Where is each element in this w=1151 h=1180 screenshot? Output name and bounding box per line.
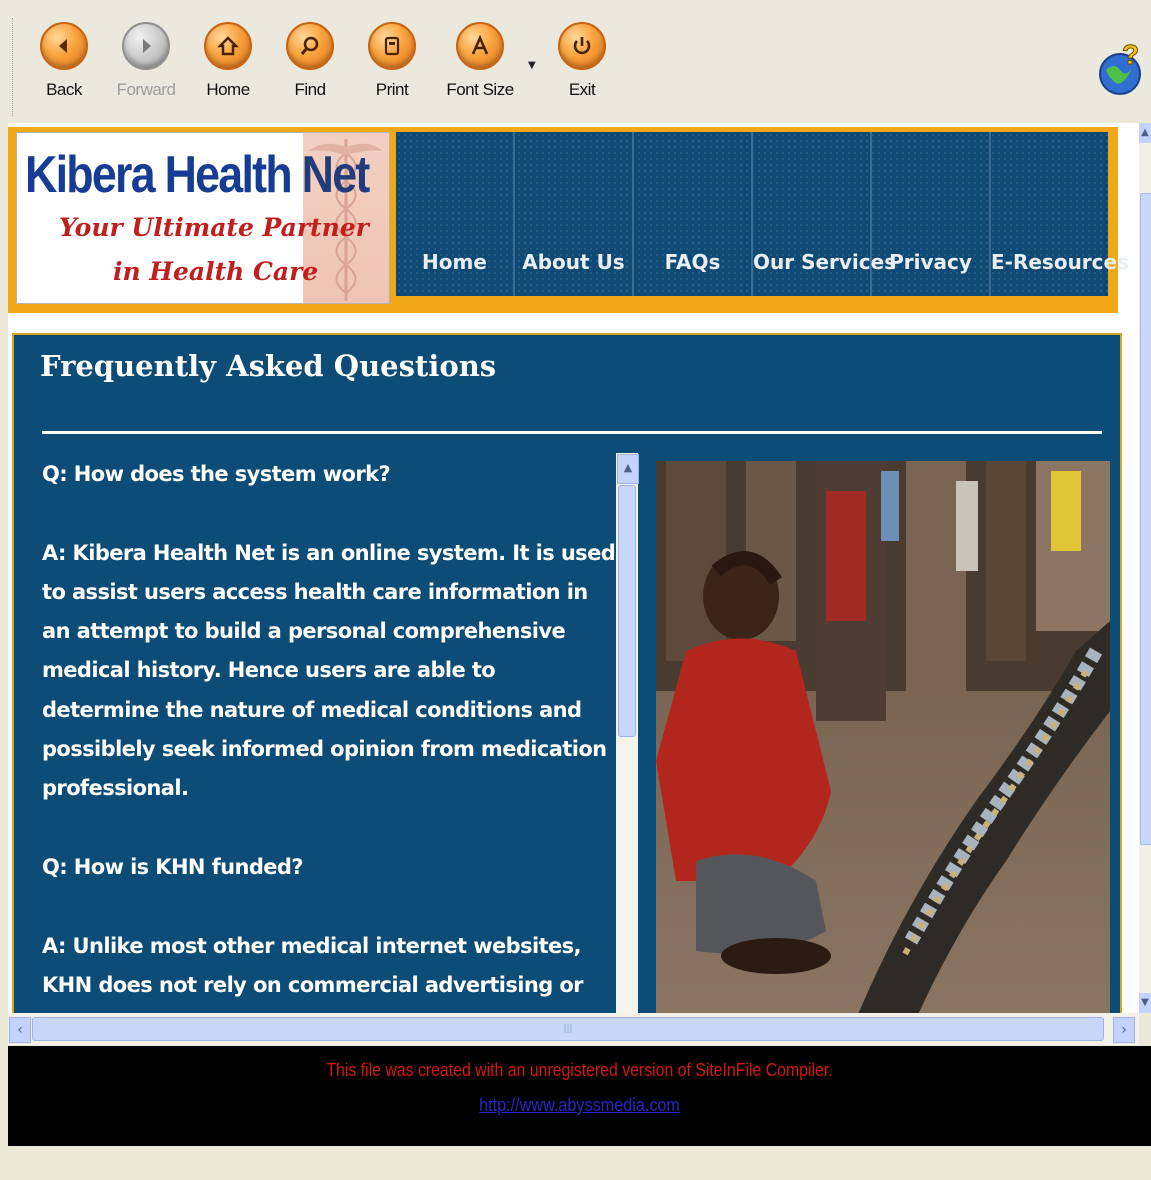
faq-question-1: Q: How does the system work? [42,462,391,486]
scroll-left-icon[interactable]: ‹ [9,1017,31,1043]
scroll-right-icon[interactable]: › [1113,1017,1135,1043]
toolbar: Back Forward Home Find Print Font Size ▼ [0,0,1151,120]
logo-title: Kibera Health Net [25,146,370,204]
arrow-right-icon [122,22,170,70]
letter-a-icon [456,22,504,70]
scroll-down-icon[interactable]: ▼ [1139,993,1151,1013]
nav-item-privacy[interactable]: Privacy [872,132,991,296]
exit-label: Exit [568,80,596,99]
forward-button[interactable]: Forward [106,22,186,100]
exit-button[interactable]: Exit [542,22,622,100]
nav-item-home[interactable]: Home [396,132,515,296]
print-button[interactable]: Print [352,22,432,100]
unregistered-notice-bar: This file was created with an unregister… [8,1046,1151,1146]
nav-item-faqs[interactable]: FAQs [634,132,753,296]
magnifier-icon [286,22,334,70]
nav-item-e-resources[interactable]: E-Resources [991,132,1129,296]
find-button[interactable]: Find [270,22,350,100]
page-horizontal-scroll-thumb[interactable]: ||| [32,1017,1104,1041]
scroll-up-icon[interactable]: ▲ [1139,123,1151,143]
forward-label: Forward [116,80,176,99]
logo-tagline-line1: Your Ultimate Partner [59,213,369,242]
faq-panel: Frequently Asked Questions Q: How does t… [12,333,1122,1013]
scroll-up-icon[interactable]: ▲ [617,454,639,484]
back-label: Back [46,80,82,99]
exit-arrow-icon [558,22,606,70]
unregistered-notice-text: This file was created with an unregister… [326,1060,833,1080]
help-globe-icon[interactable]: ? [1096,39,1144,98]
home-button[interactable]: Home [188,22,268,100]
page-vertical-scrollbar[interactable]: ▲ ▼ [1139,123,1151,1013]
main-nav: Home About Us FAQs Our Services Privacy … [396,132,1129,296]
back-button[interactable]: Back [24,22,104,100]
nav-item-about-us[interactable]: About Us [515,132,634,296]
nav-item-our-services[interactable]: Our Services [753,132,896,296]
site-logo[interactable]: Kibera Health Net Your Ultimate Partner … [16,132,390,304]
site-header: Kibera Health Net Your Ultimate Partner … [8,127,1129,313]
page-vertical-scroll-thumb[interactable] [1140,193,1151,845]
abyssmedia-link[interactable]: http://www.abyssmedia.com [479,1095,680,1116]
faq-scrollbar[interactable]: ▲ [616,453,639,1013]
logo-tagline-line2: in Health Care [113,257,319,286]
faq-answer-2: A: Unlike most other medical internet we… [42,933,614,1013]
toolbar-grip[interactable] [12,18,15,116]
house-icon [204,22,252,70]
faq-scroll-area[interactable]: Q: How does the system work? A: Kibera H… [42,455,616,1013]
svg-text:?: ? [1122,40,1139,70]
faq-answer-1: A: Kibera Health Net is an online system… [42,540,616,801]
faq-scroll-thumb[interactable] [618,485,636,737]
kibera-child-photo [656,461,1110,1013]
printer-icon [368,22,416,70]
font-size-dropdown-icon[interactable]: ▼ [528,60,536,71]
print-label: Print [375,80,409,99]
font-size-label: Font Size [446,80,514,99]
content-viewport: Kibera Health Net Your Ultimate Partner … [8,123,1139,1013]
arrow-left-icon [40,22,88,70]
font-size-button[interactable]: Font Size [440,22,520,100]
page-title: Frequently Asked Questions [40,349,497,383]
faq-question-2: Q: How is KHN funded? [42,854,304,879]
find-label: Find [294,80,326,99]
home-label: Home [206,80,250,99]
page-horizontal-scrollbar[interactable]: ‹ ||| › [8,1013,1139,1045]
title-divider [42,431,1102,434]
